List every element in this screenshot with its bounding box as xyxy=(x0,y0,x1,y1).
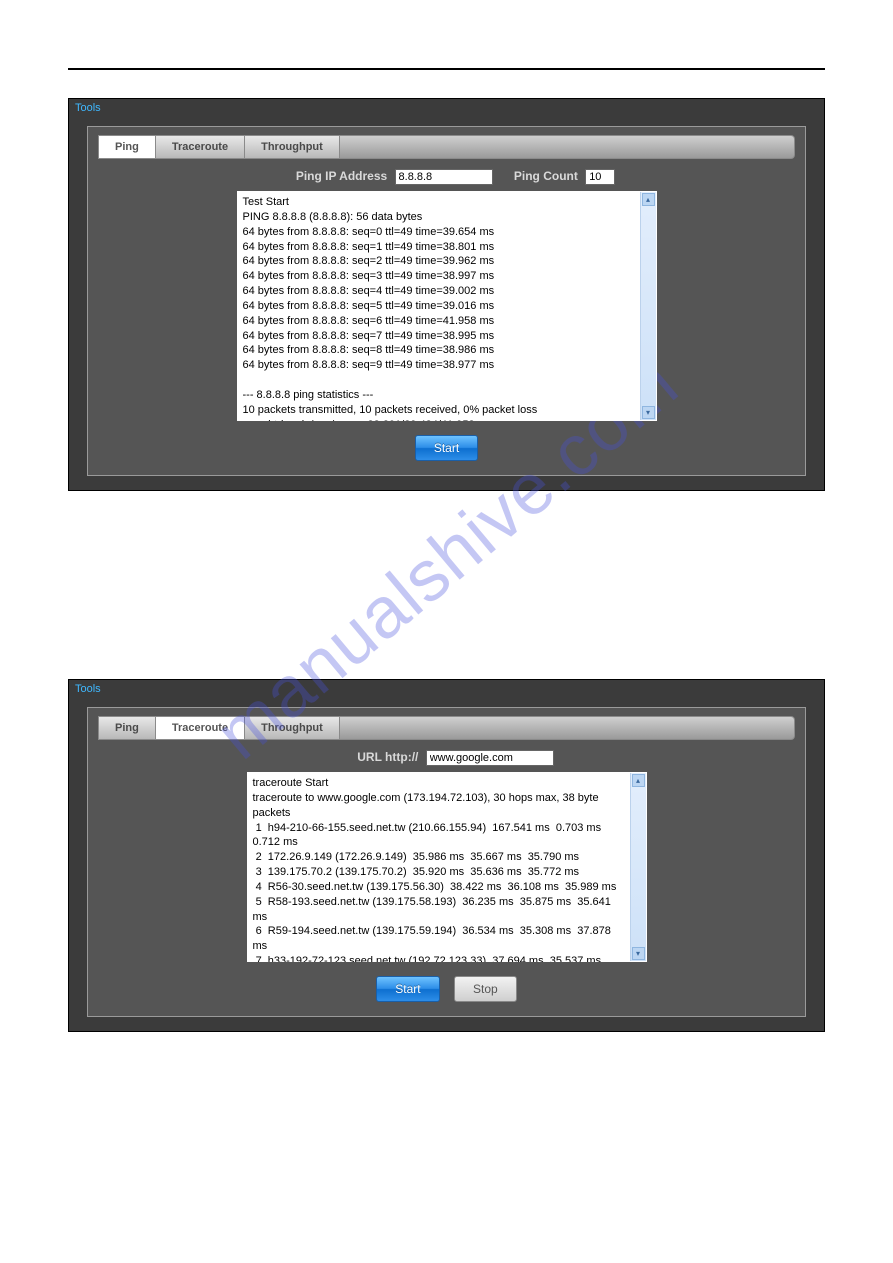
ping-output[interactable]: ▴ ▾ Test Start PING 8.8.8.8 (8.8.8.8): 5… xyxy=(237,191,657,421)
ping-count-label: Ping Count xyxy=(514,169,578,183)
ping-frame: Ping Traceroute Throughput Ping IP Addre… xyxy=(87,126,806,476)
tab-throughput[interactable]: Throughput xyxy=(245,135,340,159)
traceroute-start-button[interactable]: Start xyxy=(376,976,439,1002)
traceroute-frame: Ping Traceroute Throughput URL http:// ▴… xyxy=(87,707,806,1017)
scroll-down-icon[interactable]: ▾ xyxy=(642,406,655,419)
scroll-up-icon-2[interactable]: ▴ xyxy=(632,774,645,787)
tab-row: Ping Traceroute Throughput xyxy=(98,135,795,159)
ping-ip-label: Ping IP Address xyxy=(296,169,387,183)
tab-traceroute[interactable]: Traceroute xyxy=(156,135,245,159)
ping-start-button[interactable]: Start xyxy=(415,435,478,461)
scroll-up-icon[interactable]: ▴ xyxy=(642,193,655,206)
scroll-down-icon-2[interactable]: ▾ xyxy=(632,947,645,960)
traceroute-form-row: URL http:// xyxy=(98,750,795,766)
tab-ping[interactable]: Ping xyxy=(98,135,156,159)
ping-form-row: Ping IP Address Ping Count xyxy=(98,169,795,185)
tab-row-2: Ping Traceroute Throughput xyxy=(98,716,795,740)
traceroute-output[interactable]: ▴ ▾ traceroute Start traceroute to www.g… xyxy=(247,772,647,962)
ping-count-input[interactable] xyxy=(585,169,615,185)
page-top-rule xyxy=(68,68,825,70)
ping-output-text: Test Start PING 8.8.8.8 (8.8.8.8): 56 da… xyxy=(243,195,651,421)
traceroute-stop-button[interactable]: Stop xyxy=(454,976,517,1002)
tools-panel-ping: Tools Ping Traceroute Throughput Ping IP… xyxy=(68,98,825,491)
tools-title: Tools xyxy=(69,99,824,116)
tab-filler xyxy=(340,135,795,159)
tools-title-2: Tools xyxy=(69,680,824,697)
tab-throughput-2[interactable]: Throughput xyxy=(245,716,340,740)
traceroute-output-text: traceroute Start traceroute to www.googl… xyxy=(253,776,641,962)
traceroute-url-input[interactable] xyxy=(426,750,554,766)
tab-filler-2 xyxy=(340,716,795,740)
ping-ip-input[interactable] xyxy=(395,169,493,185)
tools-panel-traceroute: Tools Ping Traceroute Throughput URL htt… xyxy=(68,679,825,1032)
tab-traceroute-2[interactable]: Traceroute xyxy=(156,716,245,740)
traceroute-url-label: URL http:// xyxy=(357,750,418,764)
tab-ping-2[interactable]: Ping xyxy=(98,716,156,740)
